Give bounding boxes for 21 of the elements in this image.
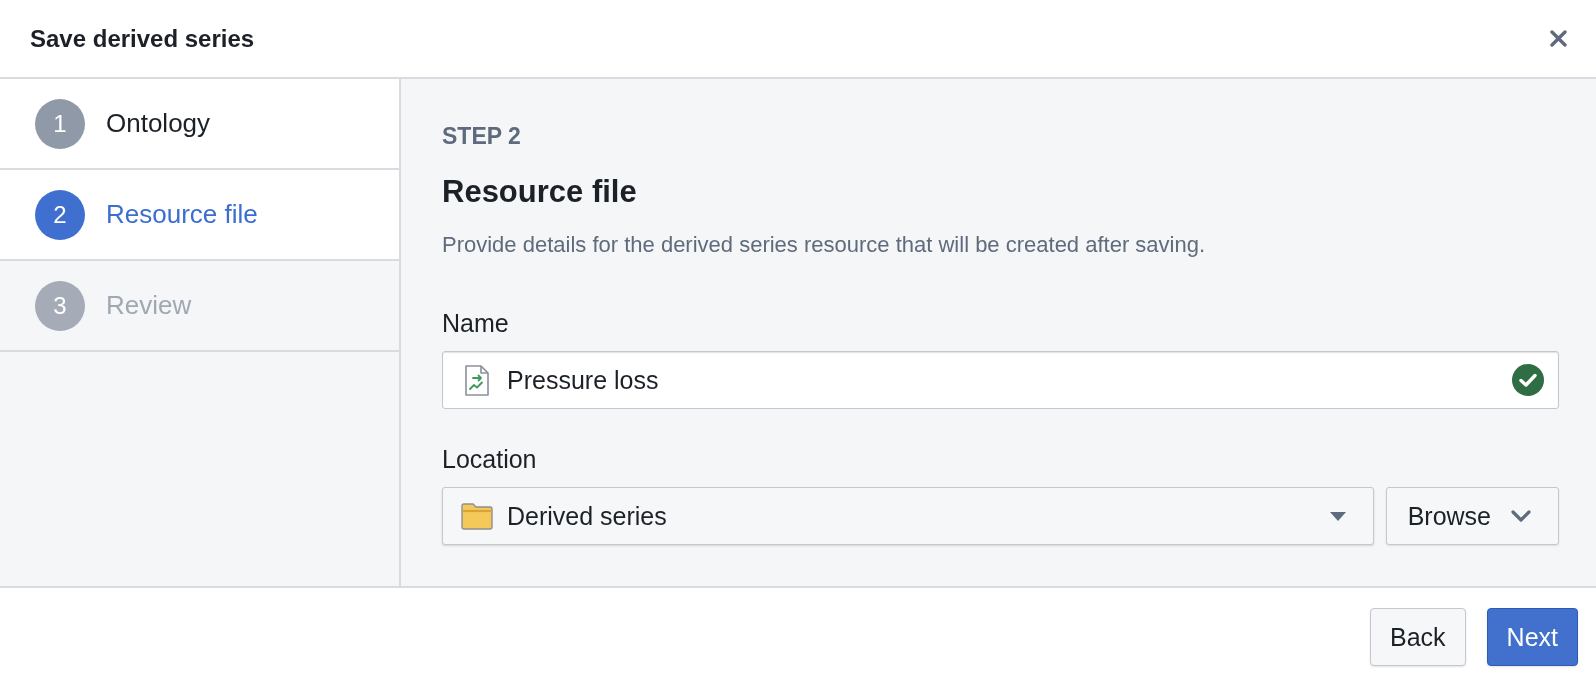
secondary-button[interactable]: Back [1370,608,1466,666]
chevron-down-icon [1511,510,1531,522]
step-item[interactable]: 1 Ontology [0,79,399,170]
step-number: 2 [35,189,85,240]
location-select[interactable]: Derived series [442,487,1374,545]
section-heading: Resource file [442,173,637,210]
field-label: Name [442,308,509,338]
name-input[interactable]: Pressure loss [442,351,1559,409]
primary-button[interactable]: Next [1486,608,1578,666]
section-description: Provide details for the derived series resource that will be created after saving. [442,232,1206,258]
document-icon [465,364,489,396]
field-label: Location [442,444,537,474]
step-number: 1 [35,98,85,149]
step-caption: STEP 2 [442,122,521,150]
caret-down-icon [1329,511,1346,521]
browse-button[interactable]: Browse [1385,487,1559,545]
step-item[interactable]: 2 Resource file [0,170,399,261]
close-icon[interactable] [1550,30,1567,47]
dialog-title: Save derived series [30,24,255,53]
folder-icon [461,502,493,530]
step-number: 3 [35,280,85,331]
